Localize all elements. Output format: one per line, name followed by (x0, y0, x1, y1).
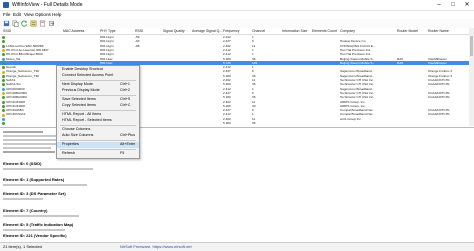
hex-dump-line (3, 198, 43, 200)
menu-separator (60, 80, 136, 81)
menu-item-properties[interactable]: Properties Alt+Enter (57, 142, 139, 148)
refresh-icon[interactable] (21, 20, 28, 27)
element-header: Element ID: 0 (SSID) (3, 161, 42, 166)
hex-dump-line (3, 215, 79, 217)
menu-help[interactable]: Help (52, 11, 61, 19)
properties-icon[interactable] (30, 20, 37, 27)
menu-separator (60, 110, 136, 111)
column-header-frequency[interactable]: Frequency (223, 28, 240, 34)
cell-channel: 36 (252, 121, 256, 125)
menu-file[interactable]: File (3, 11, 10, 19)
element-header: Element ID: 221 (Vendor Specific) (3, 233, 67, 238)
app-icon (3, 2, 9, 8)
exit-icon[interactable] (48, 20, 55, 27)
menu-item-copy-selected[interactable]: Copy Selected Items Ctrl+C (57, 103, 139, 109)
menu-item-choose-columns[interactable]: Choose Columns (57, 127, 139, 133)
hex-dump-line (3, 147, 51, 149)
column-header-signal-quality[interactable]: Signal Quality (163, 28, 185, 34)
cell-frequency: 5.180 (223, 121, 231, 125)
hex-dump-line (3, 151, 55, 153)
menu-item-enable-desktop-shortcut[interactable]: Enable Desktop Shortcut (57, 67, 139, 73)
column-header-elements-count[interactable]: Elements Count (312, 28, 337, 34)
signal-status-icon (1, 122, 5, 126)
element-header: Element ID: 1 (Supported Rates) (3, 177, 65, 182)
element-header: Element ID: 7 (Country) (3, 208, 48, 213)
column-header-average-signal-quality[interactable]: Average Signal Q... (192, 28, 222, 34)
maximize-button[interactable]: □ (446, 0, 460, 10)
menu-item-next-display-mode[interactable]: Next Display Mode Ctrl+1 (57, 82, 139, 88)
hex-dump-line (3, 184, 87, 186)
window-title: WifiInfoView - Full Details Mode (12, 2, 83, 8)
menu-item-html-report-selected[interactable]: HTML Report - Selected Items (57, 118, 139, 124)
hex-dump-line (3, 139, 61, 141)
context-menu: Enable Desktop Shortcut Connect Selected… (56, 65, 140, 159)
menu-view[interactable]: View (24, 11, 34, 19)
html-report-icon[interactable] (39, 20, 46, 27)
hex-dump-line (3, 229, 65, 231)
column-header-router-name[interactable]: Router Name (428, 28, 449, 34)
menu-options[interactable]: Options (35, 11, 51, 19)
menu-item-html-report-all[interactable]: HTML Report - All Items (57, 112, 139, 118)
menu-item-previous-display-mode[interactable]: Previous Display Mode Ctrl+2 (57, 88, 139, 94)
menu-bar: File Edit View Options Help (0, 11, 474, 19)
title-bar: WifiInfoView - Full Details Mode – □ ✕ (0, 0, 474, 11)
copy-icon[interactable] (12, 20, 19, 27)
menu-separator (60, 140, 136, 141)
column-header-rssi[interactable]: RSSI (135, 28, 143, 34)
column-header-company[interactable]: Company (340, 28, 355, 34)
close-button[interactable]: ✕ (460, 0, 474, 10)
hex-dump-line (3, 168, 93, 170)
menu-separator (60, 125, 136, 126)
hex-dump-line (3, 131, 43, 133)
element-header: Element ID: 5 (Traffic Indication Map) (3, 222, 74, 227)
table-header: SSID MAC Address PHY Type RSSI Signal Qu… (0, 28, 474, 35)
column-header-ssid[interactable]: SSID (3, 28, 11, 34)
column-header-information-size[interactable]: Information Size (282, 28, 307, 34)
column-header-router-model[interactable]: Router Model (397, 28, 418, 34)
menu-item-refresh[interactable]: Refresh F5 (57, 151, 139, 157)
save-icon[interactable] (3, 20, 10, 27)
menu-item-connect-access-point[interactable]: Connect Selected Access Point (57, 73, 139, 79)
column-header-mac-address[interactable]: MAC Address (63, 28, 84, 34)
column-header-channel[interactable]: Channel (252, 28, 265, 34)
table-vertical-scrollbar[interactable] (469, 28, 474, 126)
menu-item-save-selected[interactable]: Save Selected Items Ctrl+S (57, 97, 139, 103)
column-header-phy-type[interactable]: PHY Type (100, 28, 116, 34)
menu-item-auto-size-columns[interactable]: Auto Size Columns Ctrl+Plus (57, 133, 139, 139)
element-header: Element ID: 3 (DS Parameter Set) (3, 191, 66, 196)
scrollbar-thumb[interactable] (470, 36, 473, 56)
minimize-button[interactable]: – (432, 0, 446, 10)
menu-edit[interactable]: Edit (13, 11, 21, 19)
menu-separator (60, 95, 136, 96)
menu-separator (60, 149, 136, 150)
